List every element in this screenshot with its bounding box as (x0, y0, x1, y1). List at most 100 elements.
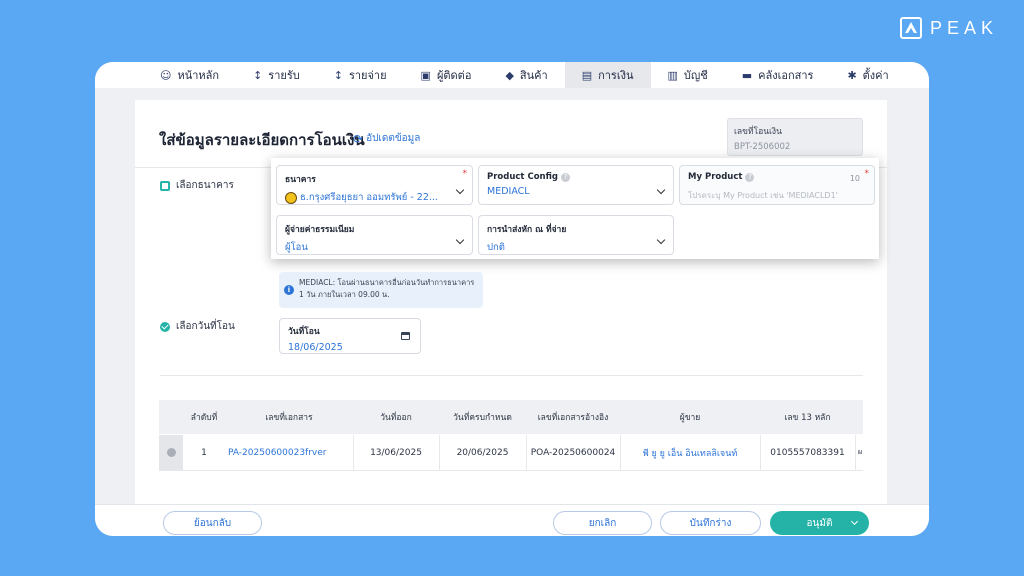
column-header: เลขที่เอกสาร (265, 413, 313, 423)
nav-item-label: รายรับ (268, 69, 300, 82)
nav-item-income[interactable]: ↕ รายรับ (236, 62, 317, 88)
income-icon: ↕ (253, 68, 263, 82)
character-counter: 10 (849, 174, 860, 183)
column-header: วันที่ครบกำหนด (453, 413, 512, 423)
my-product-input[interactable]: My Product ? โปรดระบุ My Product เช่น 'M… (679, 165, 875, 205)
nav-item-documents[interactable]: ▬ คลังเอกสาร (725, 62, 831, 88)
select-bank-section: เลือกธนาคาร (160, 178, 234, 193)
remove-icon (166, 448, 176, 457)
tax-id: 0105557083391 (770, 447, 845, 458)
bank-logo-icon (285, 191, 297, 204)
expense-icon: ↕ (333, 68, 343, 82)
remove-row-button[interactable] (159, 435, 183, 470)
info-line-2: 1 วัน ภายในเวลา 09.00 น. (299, 290, 390, 299)
bank-label: ธนาคาร (285, 175, 316, 185)
nav-item-finance[interactable]: ▤ การเงิน (564, 62, 651, 88)
refresh-icon: ⟳ (353, 131, 364, 146)
due-date: 20/06/2025 (456, 447, 509, 458)
nav-item-label: สินค้า (519, 69, 548, 82)
column-header: ลำดับที่ (190, 413, 218, 423)
chevron-down-icon[interactable] (850, 517, 859, 526)
nav-item-contacts[interactable]: ▣ ผู้ติดต่อ (404, 62, 489, 88)
money-icon: ▤ (581, 68, 593, 82)
row-number: 1 (201, 447, 207, 458)
fee-payer-select[interactable]: ผู้จ่ายค่าธรรมเนียม ผู้โอน (276, 215, 473, 255)
copy-icon (160, 180, 170, 191)
transfer-date-label: วันที่โอน (288, 327, 320, 337)
top-nav: ☺ หน้าหลัก ↕ รายรับ ↕ รายจ่าย ▣ ผู้ติดต่… (95, 62, 929, 88)
withholding-delivery-value: ปกติ (487, 242, 505, 253)
check-circle-icon (160, 321, 170, 332)
cancel-button[interactable]: ยกเลิก (553, 511, 652, 535)
contacts-icon: ▣ (420, 68, 431, 82)
required-marker: * (462, 169, 468, 179)
update-data-link[interactable]: ⟳ อัปเดตข้อมูล (353, 131, 420, 146)
product-config-label-text: Product Config (487, 172, 558, 182)
column-divider (855, 435, 856, 470)
nav-item-label: คลังเอกสาร (758, 69, 814, 82)
back-button[interactable]: ย้อนกลับ (163, 511, 262, 535)
withholding-delivery-select[interactable]: การนำส่งหัก ณ ที่จ่าย ปกติ (478, 215, 674, 255)
bank-value: ธ.กรุงศรีอยุธยา ออมทรัพย์ - 22... (285, 190, 464, 205)
help-icon[interactable]: ? (560, 172, 570, 182)
vendor-link[interactable]: พี ยู ยู เอ็น อินเทลลิเจนท์ (620, 435, 760, 470)
select-date-section: เลือกวันที่โอน (160, 319, 235, 334)
issue-date: 13/06/2025 (370, 447, 422, 458)
bank-selection-panel: ธนาคาร ธ.กรุงศรีอยุธยา ออมทรัพย์ - 22...… (271, 158, 879, 259)
nav-item-products[interactable]: ◆ สินค้า (488, 62, 564, 88)
nav-item-expense[interactable]: ↕ รายจ่าย (317, 62, 404, 88)
withholding-delivery-label: การนำส่งหัก ณ ที่จ่าย (487, 225, 567, 235)
book-icon: ▥ (667, 68, 678, 82)
approve-label: อนุมัติ (806, 517, 833, 529)
folder-icon: ▬ (741, 68, 753, 82)
nav-item-label: รายจ่าย (348, 69, 387, 82)
select-bank-label: เลือกธนาคาร (176, 180, 234, 191)
divider (160, 375, 863, 376)
nav-item-home[interactable]: ☺ หน้าหลัก (143, 62, 236, 88)
product-config-select[interactable]: Product Config ? MEDIACL (478, 165, 674, 205)
required-marker: * (864, 169, 870, 179)
calendar-icon[interactable] (401, 332, 410, 340)
truncated-cell: ผ ถ (858, 448, 863, 456)
transfer-number-field: เลขที่โอนเงิน BPT-2506002 (727, 118, 863, 156)
nav-item-label: การเงิน (598, 69, 634, 82)
column-header: ผู้ขาย (679, 413, 701, 423)
nav-item-label: บัญชี (683, 69, 708, 82)
fee-payer-value: ผู้โอน (285, 242, 308, 253)
transfer-number-value: BPT-2506002 (734, 142, 791, 152)
nav-item-label: ผู้ติดต่อ (436, 69, 472, 82)
box-icon: ◆ (505, 68, 514, 82)
transfer-number-label: เลขที่โอนเงิน (734, 127, 782, 137)
home-icon: ☺ (160, 68, 172, 82)
save-draft-button[interactable]: บันทึกร่าง (660, 511, 761, 535)
column-header: วันที่ออก (380, 413, 412, 423)
action-footer: ย้อนกลับ ยกเลิก บันทึกร่าง อนุมัติ (95, 504, 929, 536)
info-icon: i (284, 285, 294, 295)
my-product-label: My Product ? (688, 172, 866, 182)
help-icon[interactable]: ? (745, 172, 755, 182)
peak-logo-icon (899, 17, 922, 39)
gear-icon: ✱ (847, 68, 857, 82)
info-line-1: MEDIACL: โอนผ่านธนาคารอื่นก่อนวันทำการธน… (299, 278, 475, 287)
document-number-link[interactable]: PA-20250600023frver (228, 435, 353, 470)
product-config-value: MEDIACL (487, 186, 530, 197)
transfer-date-value: 18/06/2025 (288, 342, 343, 353)
product-config-label: Product Config ? (487, 172, 665, 182)
nav-item-settings[interactable]: ✱ ตั้งค่า (830, 62, 905, 88)
peak-logo: PEAK (899, 17, 998, 39)
info-notice: i MEDIACL: โอนผ่านธนาคารอื่นก่อนวันทำการ… (279, 272, 483, 308)
nav-item-label: หน้าหลัก (177, 69, 220, 82)
table-row: 1 PA-20250600023frver 13/06/2025 20/06/2… (159, 435, 863, 471)
fee-payer-label: ผู้จ่ายค่าธรรมเนียม (285, 225, 355, 235)
approve-button[interactable]: อนุมัติ (770, 511, 869, 535)
transfer-date-input[interactable]: วันที่โอน 18/06/2025 (279, 318, 421, 354)
nav-item-accounting[interactable]: ▥ บัญชี (651, 62, 725, 88)
column-header: เลขที่เอกสารอ้างอิง (537, 413, 609, 423)
my-product-label-text: My Product (688, 172, 743, 182)
column-header: เลข 13 หลัก (784, 413, 831, 423)
page-title: ใส่ข้อมูลรายละเอียดการโอนเงิน (159, 131, 365, 149)
select-date-label: เลือกวันที่โอน (176, 321, 235, 332)
peak-logo-text: PEAK (929, 17, 998, 38)
update-data-label: อัปเดตข้อมูล (366, 133, 421, 144)
bank-select[interactable]: ธนาคาร ธ.กรุงศรีอยุธยา ออมทรัพย์ - 22...… (276, 165, 473, 205)
